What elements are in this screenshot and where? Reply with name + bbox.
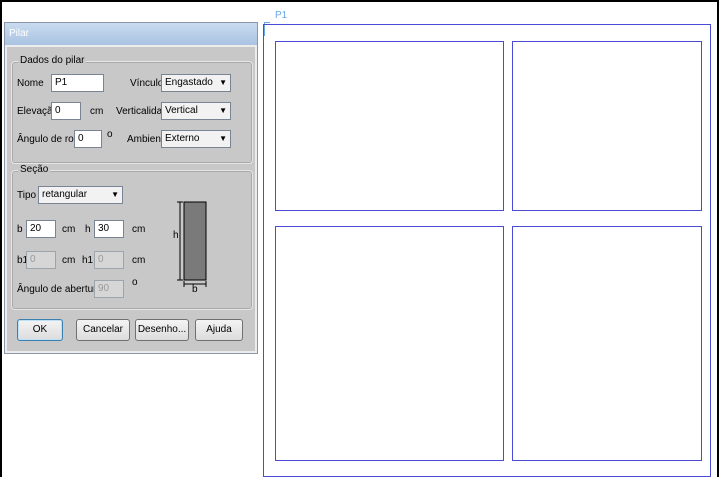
ambiente-value: Externo (165, 133, 200, 144)
tipo-label: Tipo (17, 190, 37, 201)
viewport-top-right[interactable] (512, 41, 702, 211)
elevacao-unit: cm (90, 106, 104, 117)
elevacao-input[interactable]: 0 (51, 102, 81, 120)
chevron-down-icon: ▼ (219, 134, 227, 143)
angulo-abertura-input: 90 (94, 280, 124, 298)
b-unit: cm (62, 224, 76, 235)
group-secao: Seção Tipo retangular ▼ b 20 cm h 30 cm … (11, 164, 253, 310)
h1-input: 0 (94, 251, 124, 269)
h1-label: h1 (82, 255, 94, 266)
pilar-dialog: Pilar Dados do pilar Nome P1 Vínculo Eng… (4, 22, 258, 354)
ajuda-button[interactable]: Ajuda (195, 319, 243, 341)
ok-button[interactable]: OK (17, 319, 63, 341)
diagram-h-label: h (173, 230, 179, 241)
chevron-down-icon: ▼ (219, 106, 227, 115)
chevron-down-icon: ▼ (219, 78, 227, 87)
b-label: b (17, 224, 23, 235)
group-dados-pilar: Dados do pilar Nome P1 Vínculo Engastado… (11, 55, 253, 164)
h-label: h (85, 224, 91, 235)
ambiente-select[interactable]: Externo ▼ (161, 130, 231, 148)
vinculo-value: Engastado (165, 77, 213, 88)
dialog-title: Pilar (9, 28, 30, 39)
viewport-bottom-left[interactable] (275, 226, 504, 461)
verticalidade-select[interactable]: Vertical ▼ (161, 102, 231, 120)
viewport-top-left[interactable] (275, 41, 504, 211)
nome-input[interactable]: P1 (51, 74, 104, 92)
viewport-bottom-right[interactable] (512, 226, 702, 461)
h-input[interactable]: 30 (94, 220, 124, 238)
tipo-select[interactable]: retangular ▼ (38, 186, 123, 204)
vinculo-label: Vínculo (130, 78, 164, 89)
chevron-down-icon: ▼ (111, 190, 119, 199)
tipo-value: retangular (42, 189, 88, 200)
group-dados-pilar-legend: Dados do pilar (18, 55, 87, 67)
dialog-titlebar[interactable]: Pilar (5, 23, 257, 45)
cancelar-button[interactable]: Cancelar (76, 319, 130, 341)
h1-unit: cm (132, 255, 146, 266)
drawing-canvas[interactable] (263, 24, 711, 477)
vinculo-select[interactable]: Engastado ▼ (161, 74, 231, 92)
verticalidade-value: Vertical (165, 105, 198, 116)
angulo-abertura-label: Ângulo de abertura (17, 284, 103, 295)
b1-input: 0 (26, 251, 56, 269)
group-secao-legend: Seção (18, 164, 51, 176)
angulo-rotacao-input[interactable]: 0 (74, 130, 102, 148)
pillar-label: P1 (275, 10, 288, 21)
b1-unit: cm (62, 255, 76, 266)
desenho-button[interactable]: Desenho... (135, 319, 189, 341)
b-input[interactable]: 20 (26, 220, 56, 238)
h-unit: cm (132, 224, 146, 235)
section-diagram: h b (173, 196, 236, 296)
section-diagram-drawing (177, 201, 207, 287)
angulo-abertura-unit: o (132, 277, 138, 288)
angulo-rotacao-unit: o (107, 129, 113, 140)
nome-label: Nome (17, 78, 44, 89)
dialog-body: Dados do pilar Nome P1 Vínculo Engastado… (7, 47, 255, 351)
diagram-b-label: b (192, 284, 198, 295)
